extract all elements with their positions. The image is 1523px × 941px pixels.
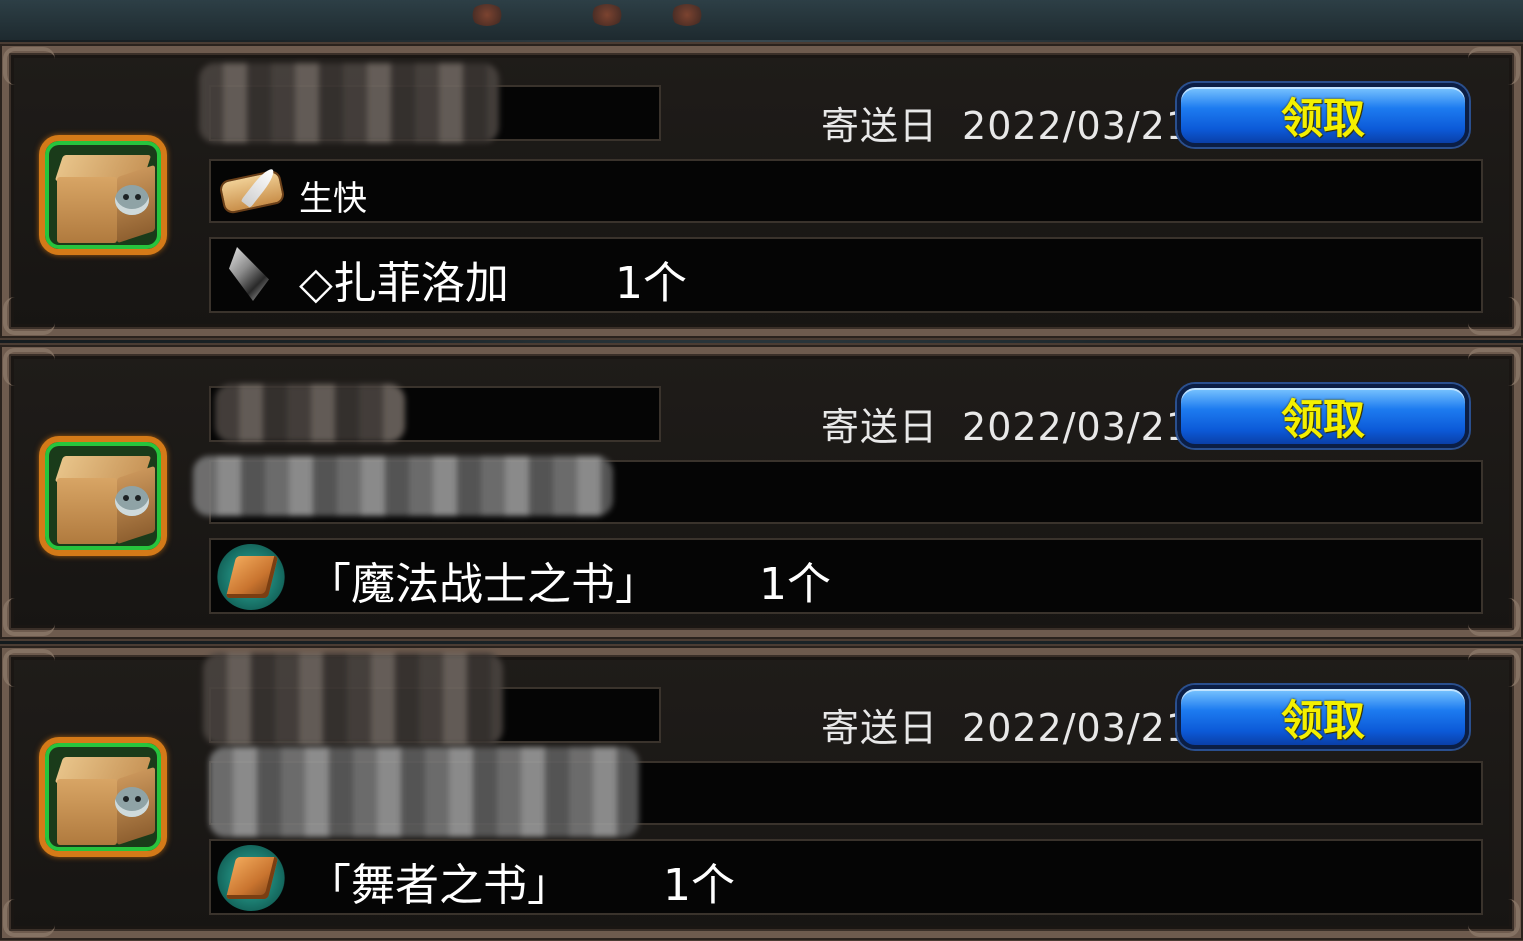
flower-decoration [590,4,624,26]
attached-item-name: 「舞者之书」 [307,860,571,911]
redacted-subject [209,747,639,837]
attached-item-quantity: 1个 [663,860,735,911]
sent-date-value: 2022/03/21 [962,405,1192,449]
attached-item-name: 「魔法战士之书」 [307,559,659,610]
package-box-icon [39,436,167,556]
attached-item-quantity: 1个 [759,559,831,610]
redacted-sender [203,653,503,745]
package-box-icon [39,135,167,255]
frame-corner [1468,348,1520,386]
claim-button[interactable]: 领取 [1177,384,1469,448]
sent-date-prefix: 寄送日 [821,104,939,148]
mail-subject-row: 生快 [209,159,1483,223]
book-icon [217,845,285,911]
attached-item-row: 「魔法战士之书」 1个 [209,538,1483,614]
frame-corner [3,348,55,386]
background-scenery [0,0,1523,40]
crystal-shard-icon [215,241,287,311]
attached-item-name: ◇扎菲洛加 [299,258,509,309]
sent-date-prefix: 寄送日 [821,405,939,449]
flower-decoration [670,4,704,26]
mailbox-screen: 寄送日 2022/03/21 领取 生快 ◇扎菲洛加 1个 寄送日 2022/0… [0,0,1523,941]
claim-button[interactable]: 领取 [1177,685,1469,749]
redacted-sender [215,384,405,442]
frame-corner [1468,649,1520,687]
claim-button[interactable]: 领取 [1177,83,1469,147]
mail-subject: 生快 [299,179,367,219]
redacted-sender [199,63,499,143]
frame-corner [3,899,55,937]
sent-date-value: 2022/03/21 [962,104,1192,148]
frame-corner [3,649,55,687]
attached-item-quantity: 1个 [615,258,687,309]
package-box-icon [39,737,167,857]
sent-date-label: 寄送日 2022/03/21 [821,95,1190,150]
book-icon [217,544,285,610]
frame-corner [3,297,55,335]
frame-corner [3,598,55,636]
mail-item: 寄送日 2022/03/21 领取 「舞者之书」 1个 [0,646,1523,940]
scroll-quill-icon [217,163,289,219]
mail-item: 寄送日 2022/03/21 领取 「魔法战士之书」 1个 [0,345,1523,639]
sent-date-label: 寄送日 2022/03/21 [821,697,1190,752]
flower-decoration [470,4,504,26]
redacted-subject [193,456,613,516]
sent-date-label: 寄送日 2022/03/21 [821,396,1190,451]
attached-item-row: 「舞者之书」 1个 [209,839,1483,915]
attached-item-row: ◇扎菲洛加 1个 [209,237,1483,313]
frame-corner [1468,47,1520,85]
sent-date-prefix: 寄送日 [821,706,939,750]
mail-item: 寄送日 2022/03/21 领取 生快 ◇扎菲洛加 1个 [0,44,1523,338]
sent-date-value: 2022/03/21 [962,706,1192,750]
frame-corner [3,47,55,85]
